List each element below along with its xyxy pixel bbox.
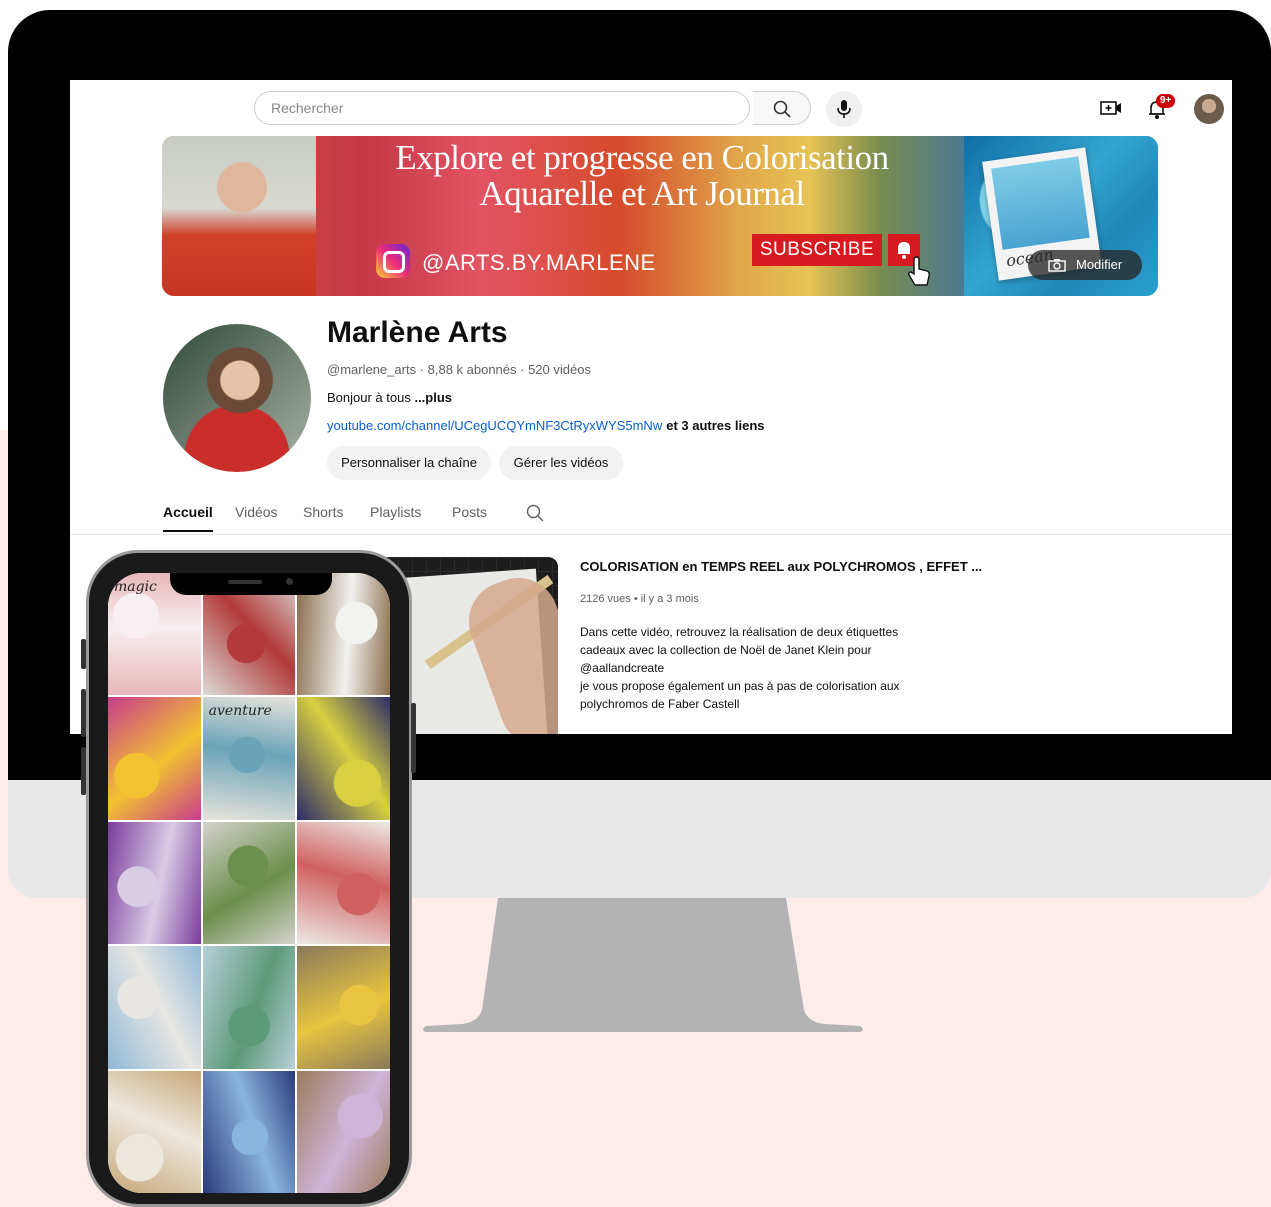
- manage-videos-button[interactable]: Gérer les vidéos: [499, 446, 623, 480]
- notification-badge: 9+: [1156, 94, 1176, 108]
- featured-video-title[interactable]: COLORISATION en TEMPS REEL aux POLYCHROM…: [580, 559, 982, 574]
- banner-subscribe-label: SUBSCRIBE: [752, 234, 882, 266]
- instagram-handle: @ARTS.BY.MARLENE: [422, 250, 656, 275]
- description-line: @aallandcreate: [580, 661, 665, 675]
- instagram-post-tile[interactable]: [202, 946, 296, 1069]
- tab-shorts[interactable]: Shorts: [303, 504, 343, 520]
- phone-power-button: [411, 703, 416, 773]
- description-line: Dans cette vidéo, retrouvez la réalisati…: [580, 625, 899, 639]
- channel-description[interactable]: Bonjour à tous ...plus: [327, 390, 452, 405]
- more-links[interactable]: et 3 autres liens: [666, 418, 764, 433]
- microphone-icon: [837, 100, 851, 118]
- smartphone: magic aventure: [81, 550, 416, 1207]
- tile-caption: magic: [114, 579, 157, 595]
- instagram-post-tile[interactable]: aventure: [202, 697, 296, 820]
- active-tab-underline: [163, 530, 213, 532]
- tab-videos[interactable]: Vidéos: [235, 504, 278, 520]
- camera-icon: [1048, 259, 1066, 272]
- tabs-divider: [70, 534, 1232, 535]
- search-input[interactable]: [269, 99, 733, 117]
- channel-name: Marlène Arts: [327, 316, 508, 349]
- instagram-post-tile[interactable]: [297, 946, 390, 1069]
- instagram-post-tile[interactable]: [202, 821, 296, 945]
- search-button[interactable]: [753, 91, 811, 125]
- phone-screen: magic aventure: [108, 573, 390, 1193]
- channel-meta: @marlene_arts · 8,88 k abonnés · 520 vid…: [327, 362, 591, 377]
- instagram-post-tile[interactable]: [108, 946, 201, 1069]
- channel-banner: ocean Explore et progresse en Colorisati…: [162, 136, 1158, 296]
- monitor-stand: [423, 898, 863, 1032]
- voice-search-button[interactable]: [826, 91, 862, 127]
- instagram-icon: [376, 244, 410, 278]
- tab-posts[interactable]: Posts: [452, 504, 487, 520]
- channel-links: youtube.com/channel/UCegUCQYmNF3CtRyxWYS…: [327, 418, 765, 433]
- tab-accueil[interactable]: Accueil: [163, 504, 213, 520]
- description-line: cadeaux avec la collection de Noël de Ja…: [580, 643, 872, 657]
- create-video-icon[interactable]: [1100, 99, 1122, 117]
- channel-url-link[interactable]: youtube.com/channel/UCegUCQYmNF3CtRyxWYS…: [327, 418, 662, 433]
- instagram-post-tile[interactable]: [297, 821, 390, 945]
- featured-video-meta: 2126 vues • il y a 3 mois: [580, 593, 699, 605]
- tab-playlists[interactable]: Playlists: [370, 504, 421, 520]
- search-icon: [773, 100, 791, 118]
- tile-caption: aventure: [208, 703, 272, 720]
- banner-title-line1: Explore et progresse en Colorisation: [395, 138, 889, 177]
- phone-volume-up: [81, 689, 86, 737]
- instagram-post-tile[interactable]: [202, 1070, 296, 1193]
- banner-title: Explore et progresse en Colorisation Aqu…: [322, 140, 962, 212]
- banner-portrait: [162, 136, 316, 296]
- instagram-grid: magic aventure: [108, 573, 390, 1193]
- account-avatar[interactable]: [1194, 94, 1224, 124]
- description-more-link[interactable]: ...plus: [414, 390, 452, 405]
- featured-video-description: Dans cette vidéo, retrouvez la réalisati…: [580, 623, 940, 713]
- search-bar[interactable]: [254, 91, 750, 125]
- description-line: je vous propose également un pas à pas d…: [580, 679, 900, 693]
- channel-search-icon[interactable]: [526, 504, 544, 522]
- instagram-post-tile[interactable]: [297, 697, 390, 820]
- modify-banner-button[interactable]: Modifier: [1028, 250, 1142, 280]
- banner-title-line2: Aquarelle et Art Journal: [479, 174, 805, 213]
- modify-label: Modifier: [1076, 257, 1123, 272]
- description-text: Bonjour à tous: [327, 390, 415, 405]
- instagram-post-tile[interactable]: [108, 697, 201, 820]
- description-line: polychromos de Faber Castell: [580, 697, 740, 711]
- customize-channel-button[interactable]: Personnaliser la chaîne: [327, 446, 491, 480]
- instagram-post-tile[interactable]: [108, 821, 201, 945]
- instagram-post-tile[interactable]: [297, 1070, 390, 1193]
- pointer-hand-icon: [908, 256, 930, 286]
- phone-side-button: [81, 639, 86, 669]
- channel-avatar[interactable]: [163, 324, 311, 472]
- phone-volume-down: [81, 747, 86, 795]
- phone-notch: [170, 573, 332, 595]
- instagram-post-tile[interactable]: [108, 1070, 201, 1193]
